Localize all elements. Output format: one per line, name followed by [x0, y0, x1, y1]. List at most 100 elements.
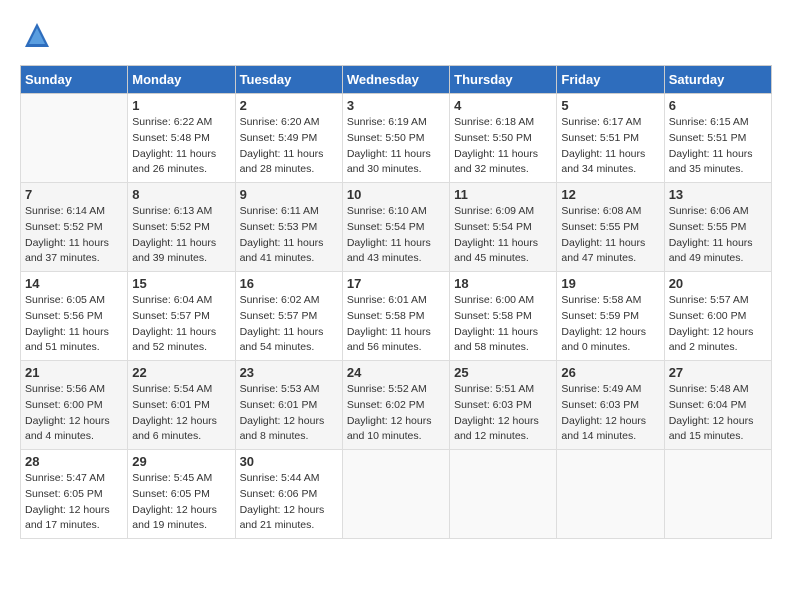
cell-sunrise: Sunrise: 6:10 AMSunset: 5:54 PMDaylight:…: [347, 205, 431, 264]
calendar-cell: 22 Sunrise: 5:54 AMSunset: 6:01 PMDaylig…: [128, 361, 235, 450]
cell-sunrise: Sunrise: 6:00 AMSunset: 5:58 PMDaylight:…: [454, 294, 538, 353]
calendar-cell: 26 Sunrise: 5:49 AMSunset: 6:03 PMDaylig…: [557, 361, 664, 450]
calendar-week-row: 28 Sunrise: 5:47 AMSunset: 6:05 PMDaylig…: [21, 450, 772, 539]
calendar-cell: 12 Sunrise: 6:08 AMSunset: 5:55 PMDaylig…: [557, 183, 664, 272]
day-number: 24: [347, 365, 445, 380]
calendar-cell: 10 Sunrise: 6:10 AMSunset: 5:54 PMDaylig…: [342, 183, 449, 272]
day-number: 10: [347, 187, 445, 202]
day-header-thursday: Thursday: [450, 66, 557, 94]
cell-sunrise: Sunrise: 6:20 AMSunset: 5:49 PMDaylight:…: [240, 116, 324, 175]
cell-sunrise: Sunrise: 6:19 AMSunset: 5:50 PMDaylight:…: [347, 116, 431, 175]
day-number: 8: [132, 187, 230, 202]
calendar-cell: 11 Sunrise: 6:09 AMSunset: 5:54 PMDaylig…: [450, 183, 557, 272]
day-number: 26: [561, 365, 659, 380]
day-header-tuesday: Tuesday: [235, 66, 342, 94]
day-header-wednesday: Wednesday: [342, 66, 449, 94]
cell-sunrise: Sunrise: 6:08 AMSunset: 5:55 PMDaylight:…: [561, 205, 645, 264]
day-number: 13: [669, 187, 767, 202]
day-number: 14: [25, 276, 123, 291]
cell-sunrise: Sunrise: 6:02 AMSunset: 5:57 PMDaylight:…: [240, 294, 324, 353]
calendar-cell: 18 Sunrise: 6:00 AMSunset: 5:58 PMDaylig…: [450, 272, 557, 361]
calendar-week-row: 1 Sunrise: 6:22 AMSunset: 5:48 PMDayligh…: [21, 94, 772, 183]
day-header-sunday: Sunday: [21, 66, 128, 94]
cell-sunrise: Sunrise: 5:58 AMSunset: 5:59 PMDaylight:…: [561, 294, 646, 353]
cell-sunrise: Sunrise: 5:56 AMSunset: 6:00 PMDaylight:…: [25, 383, 110, 442]
cell-sunrise: Sunrise: 6:14 AMSunset: 5:52 PMDaylight:…: [25, 205, 109, 264]
calendar-cell: 6 Sunrise: 6:15 AMSunset: 5:51 PMDayligh…: [664, 94, 771, 183]
cell-sunrise: Sunrise: 6:05 AMSunset: 5:56 PMDaylight:…: [25, 294, 109, 353]
cell-sunrise: Sunrise: 5:49 AMSunset: 6:03 PMDaylight:…: [561, 383, 646, 442]
logo-text: [20, 20, 52, 55]
day-number: 19: [561, 276, 659, 291]
cell-sunrise: Sunrise: 6:11 AMSunset: 5:53 PMDaylight:…: [240, 205, 324, 264]
cell-sunrise: Sunrise: 6:13 AMSunset: 5:52 PMDaylight:…: [132, 205, 216, 264]
calendar-cell: [557, 450, 664, 539]
calendar-cell: 24 Sunrise: 5:52 AMSunset: 6:02 PMDaylig…: [342, 361, 449, 450]
cell-sunrise: Sunrise: 6:04 AMSunset: 5:57 PMDaylight:…: [132, 294, 216, 353]
day-number: 7: [25, 187, 123, 202]
calendar-cell: [664, 450, 771, 539]
cell-sunrise: Sunrise: 6:18 AMSunset: 5:50 PMDaylight:…: [454, 116, 538, 175]
cell-sunrise: Sunrise: 6:01 AMSunset: 5:58 PMDaylight:…: [347, 294, 431, 353]
cell-sunrise: Sunrise: 6:15 AMSunset: 5:51 PMDaylight:…: [669, 116, 753, 175]
day-number: 18: [454, 276, 552, 291]
calendar-cell: 4 Sunrise: 6:18 AMSunset: 5:50 PMDayligh…: [450, 94, 557, 183]
cell-sunrise: Sunrise: 5:45 AMSunset: 6:05 PMDaylight:…: [132, 472, 217, 531]
cell-sunrise: Sunrise: 6:09 AMSunset: 5:54 PMDaylight:…: [454, 205, 538, 264]
day-number: 12: [561, 187, 659, 202]
calendar-cell: 16 Sunrise: 6:02 AMSunset: 5:57 PMDaylig…: [235, 272, 342, 361]
calendar-cell: 19 Sunrise: 5:58 AMSunset: 5:59 PMDaylig…: [557, 272, 664, 361]
cell-sunrise: Sunrise: 6:17 AMSunset: 5:51 PMDaylight:…: [561, 116, 645, 175]
logo: [20, 20, 52, 55]
day-header-monday: Monday: [128, 66, 235, 94]
day-number: 2: [240, 98, 338, 113]
calendar-cell: 28 Sunrise: 5:47 AMSunset: 6:05 PMDaylig…: [21, 450, 128, 539]
calendar-week-row: 21 Sunrise: 5:56 AMSunset: 6:00 PMDaylig…: [21, 361, 772, 450]
day-header-friday: Friday: [557, 66, 664, 94]
calendar-cell: 8 Sunrise: 6:13 AMSunset: 5:52 PMDayligh…: [128, 183, 235, 272]
calendar-cell: 9 Sunrise: 6:11 AMSunset: 5:53 PMDayligh…: [235, 183, 342, 272]
page-header: [20, 20, 772, 55]
day-number: 6: [669, 98, 767, 113]
day-number: 15: [132, 276, 230, 291]
calendar-cell: 1 Sunrise: 6:22 AMSunset: 5:48 PMDayligh…: [128, 94, 235, 183]
day-number: 21: [25, 365, 123, 380]
cell-sunrise: Sunrise: 5:48 AMSunset: 6:04 PMDaylight:…: [669, 383, 754, 442]
calendar-cell: 3 Sunrise: 6:19 AMSunset: 5:50 PMDayligh…: [342, 94, 449, 183]
day-number: 20: [669, 276, 767, 291]
cell-sunrise: Sunrise: 5:52 AMSunset: 6:02 PMDaylight:…: [347, 383, 432, 442]
calendar-cell: 30 Sunrise: 5:44 AMSunset: 6:06 PMDaylig…: [235, 450, 342, 539]
day-header-saturday: Saturday: [664, 66, 771, 94]
day-number: 16: [240, 276, 338, 291]
day-number: 25: [454, 365, 552, 380]
calendar-cell: 14 Sunrise: 6:05 AMSunset: 5:56 PMDaylig…: [21, 272, 128, 361]
day-number: 4: [454, 98, 552, 113]
calendar-cell: [450, 450, 557, 539]
day-number: 27: [669, 365, 767, 380]
logo-icon: [22, 20, 52, 50]
calendar-cell: 27 Sunrise: 5:48 AMSunset: 6:04 PMDaylig…: [664, 361, 771, 450]
calendar-cell: 20 Sunrise: 5:57 AMSunset: 6:00 PMDaylig…: [664, 272, 771, 361]
calendar-header-row: SundayMondayTuesdayWednesdayThursdayFrid…: [21, 66, 772, 94]
day-number: 5: [561, 98, 659, 113]
calendar-cell: 7 Sunrise: 6:14 AMSunset: 5:52 PMDayligh…: [21, 183, 128, 272]
cell-sunrise: Sunrise: 5:47 AMSunset: 6:05 PMDaylight:…: [25, 472, 110, 531]
calendar-table: SundayMondayTuesdayWednesdayThursdayFrid…: [20, 65, 772, 539]
day-number: 3: [347, 98, 445, 113]
cell-sunrise: Sunrise: 6:06 AMSunset: 5:55 PMDaylight:…: [669, 205, 753, 264]
calendar-cell: 5 Sunrise: 6:17 AMSunset: 5:51 PMDayligh…: [557, 94, 664, 183]
day-number: 30: [240, 454, 338, 469]
calendar-cell: 29 Sunrise: 5:45 AMSunset: 6:05 PMDaylig…: [128, 450, 235, 539]
day-number: 9: [240, 187, 338, 202]
calendar-week-row: 7 Sunrise: 6:14 AMSunset: 5:52 PMDayligh…: [21, 183, 772, 272]
day-number: 1: [132, 98, 230, 113]
day-number: 29: [132, 454, 230, 469]
day-number: 11: [454, 187, 552, 202]
calendar-cell: 25 Sunrise: 5:51 AMSunset: 6:03 PMDaylig…: [450, 361, 557, 450]
calendar-cell: 13 Sunrise: 6:06 AMSunset: 5:55 PMDaylig…: [664, 183, 771, 272]
cell-sunrise: Sunrise: 5:54 AMSunset: 6:01 PMDaylight:…: [132, 383, 217, 442]
cell-sunrise: Sunrise: 5:44 AMSunset: 6:06 PMDaylight:…: [240, 472, 325, 531]
day-number: 22: [132, 365, 230, 380]
calendar-cell: 23 Sunrise: 5:53 AMSunset: 6:01 PMDaylig…: [235, 361, 342, 450]
calendar-cell: 21 Sunrise: 5:56 AMSunset: 6:00 PMDaylig…: [21, 361, 128, 450]
